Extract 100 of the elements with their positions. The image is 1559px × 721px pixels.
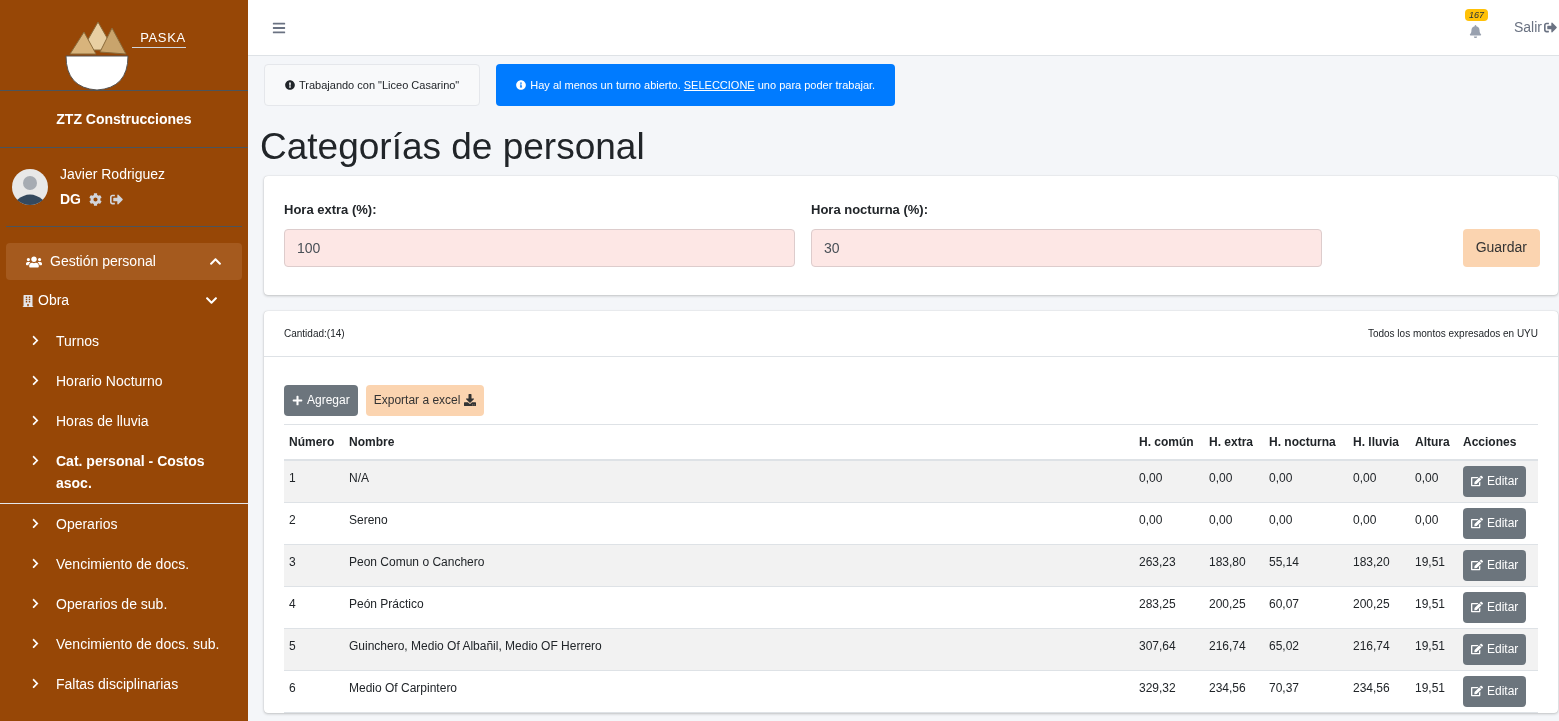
table-cell: 2 [289,512,296,527]
nav-item-label: Cat. personal - Costos asoc. [56,452,206,493]
table-cell: 0,00 [1209,512,1233,527]
table-cell: 0,00 [1415,470,1439,485]
table-cell: 19,51 [1415,554,1446,569]
edit-button[interactable]: Editar [1463,633,1527,665]
percent-input[interactable]: 30 [811,228,1322,267]
save-button[interactable]: Guardar [1462,228,1540,267]
chevron-right-icon [30,518,41,529]
plus-icon [292,394,303,406]
nav-item[interactable]: Operarios [0,504,248,544]
add-button[interactable]: Agregar [284,384,358,416]
notification-badge: 167 [1465,9,1488,21]
table-cell: 234,56 [1209,680,1246,695]
table-cell: 3 [289,554,296,569]
field-label: Hora nocturna (%): [811,201,929,219]
nav-item-label: Operarios de sub. [56,595,168,614]
table-cell: Peón Práctico [349,596,424,611]
edit-button[interactable]: Editar [1463,507,1527,539]
table-cell: 0,00 [1353,512,1377,527]
table-cell: 1 [289,470,296,485]
user-name: Javier Rodriguez [60,165,166,184]
nav-item[interactable]: Turnos [0,321,248,361]
select-link[interactable]: SELECCIONE [683,78,755,91]
nav-item[interactable]: Operarios de sub. [0,584,248,624]
chevron-right-icon [30,678,41,689]
nav-item[interactable]: Horas de lluvia [0,401,248,441]
nav-item-label: Faltas disciplinarias [56,675,179,694]
edit-button[interactable]: Editar [1463,549,1527,581]
chevron-right-icon [30,638,41,649]
nav-item[interactable]: Vencimiento de docs. sub. [0,624,248,664]
settings-icon[interactable] [89,193,102,206]
logout-icon[interactable] [110,193,123,206]
nav-item-label: Operarios [56,515,118,534]
table-cell: 0,00 [1269,470,1293,485]
table-cell: 234,56 [1353,680,1390,695]
edit-button[interactable]: Editar [1463,675,1527,707]
chevron-right-icon [30,558,41,569]
percent-input[interactable]: 100 [284,228,795,267]
edit-icon [1471,475,1483,487]
nav-item-label: Vencimiento de docs. [56,555,190,574]
column-header: H. lluvia [1353,434,1399,449]
table-cell: 0,00 [1415,512,1439,527]
table-cell: 5 [289,638,296,653]
edit-icon [1471,685,1483,697]
table-cell: 329,32 [1139,680,1176,695]
page-title: Categorías de personal [260,125,646,169]
table-cell: 283,25 [1139,596,1176,611]
column-header: H. común [1139,434,1194,449]
bell-icon[interactable] [1469,25,1482,38]
table-cell: 19,51 [1415,680,1446,695]
nav-section[interactable]: Gestión personal [6,243,242,280]
table-cell: 65,02 [1269,638,1300,653]
chevron-right-icon [30,415,41,426]
avatar-icon [12,169,48,205]
table-cell: 0,00 [1269,512,1293,527]
table-cell: 55,14 [1269,554,1300,569]
column-header: Acciones [1463,434,1517,449]
table-cell: 263,23 [1139,554,1176,569]
table-cell: Guinchero, Medio Of Albañil, Medio OF Herrero [349,638,602,653]
nav-item[interactable]: Horario Nocturno [0,361,248,401]
table-cell: 200,25 [1209,596,1246,611]
chevron-down-icon [205,294,218,307]
building-icon [22,294,34,307]
column-header: Número [289,434,335,449]
edit-button[interactable]: Editar [1463,465,1527,497]
company-name: ZTZ Construcciones [56,111,192,127]
logo-text: PASKA [132,27,186,48]
export-button[interactable]: Exportar a excel [365,384,485,416]
table-cell: 0,00 [1209,470,1233,485]
chevron-up-icon [209,255,222,268]
nav-group[interactable]: Obra [0,280,248,321]
nav-item-label: Horario Nocturno [56,372,163,391]
field-label: Hora extra (%): [284,201,378,219]
table-cell: 19,51 [1415,596,1446,611]
table-cell: 0,00 [1353,470,1377,485]
table-cell: 200,25 [1353,596,1390,611]
nav-item[interactable]: Cat. personal - Costos asoc. [0,441,248,504]
table-cell: 183,80 [1209,554,1246,569]
table-cell: 70,37 [1269,680,1300,695]
edit-icon [1471,643,1483,655]
table-cell: 19,51 [1415,638,1446,653]
edit-button[interactable]: Editar [1463,591,1527,623]
edit-icon [1471,601,1483,613]
table-cell: 183,20 [1353,554,1390,569]
currency-note: Todos los montos expresados en UYU [1367,326,1538,341]
logout-link[interactable]: Salir [1514,17,1557,38]
table-cell: Sereno [349,512,388,527]
nav-section-label: Gestión personal [50,252,157,271]
nav-item-label: Horas de lluvia [56,412,149,431]
table-cell: 307,64 [1139,638,1176,653]
nav-item[interactable]: Faltas disciplinarias [0,664,248,704]
table-cell: Peon Comun o Canchero [349,554,485,569]
edit-icon [1471,517,1483,529]
working-notice-text: Trabajando con "Liceo Casarino" [299,77,460,93]
nav-item[interactable]: Vencimiento de docs. [0,544,248,584]
column-header: H. nocturna [1269,434,1336,449]
menu-icon[interactable] [272,20,286,35]
table-cell: 0,00 [1139,512,1163,527]
count-label: Cantidad:(14) [284,326,345,341]
